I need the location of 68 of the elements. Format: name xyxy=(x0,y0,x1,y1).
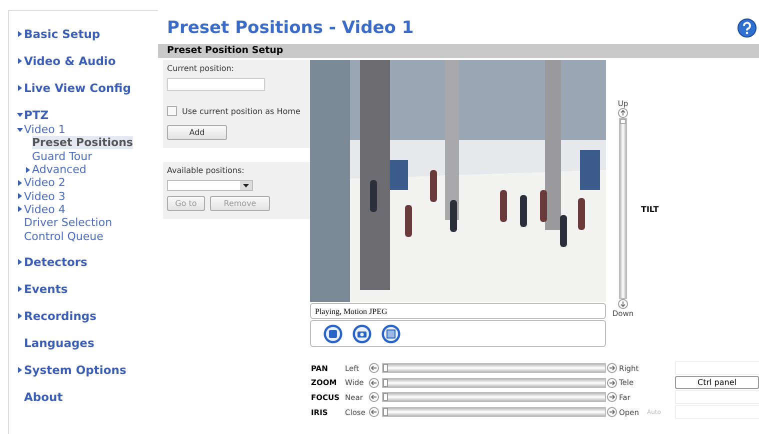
nav-link[interactable]: Events xyxy=(24,282,68,296)
nav-link[interactable]: Guard Tour xyxy=(32,150,92,163)
nav-link[interactable]: Video 4 xyxy=(24,202,66,216)
expanded-triangle-icon[interactable] xyxy=(16,126,22,133)
nav-link[interactable]: Detectors xyxy=(24,254,88,269)
left-arrow-icon[interactable] xyxy=(369,392,379,402)
field-label: Current position: xyxy=(167,64,235,73)
collapsed-triangle-icon[interactable] xyxy=(24,166,30,173)
slider-thumb[interactable] xyxy=(383,364,388,372)
control-slider[interactable] xyxy=(382,378,606,388)
collapsed-triangle-icon[interactable] xyxy=(16,258,22,265)
collapsed-triangle-icon[interactable] xyxy=(16,193,22,200)
slider-thumb[interactable] xyxy=(383,378,388,386)
collapsed-triangle-icon[interactable] xyxy=(16,312,22,319)
tilt-slider[interactable] xyxy=(619,118,627,299)
ctrl-panel-button[interactable]: Ctrl panel xyxy=(675,376,759,389)
camera-icon[interactable] xyxy=(352,324,372,344)
collapsed-triangle-icon[interactable] xyxy=(16,31,22,37)
nav-link[interactable]: Video & Audio xyxy=(24,54,116,68)
collapsed-triangle-icon[interactable] xyxy=(16,58,22,64)
expanded-triangle-icon[interactable] xyxy=(16,112,22,118)
page-title: Preset Positions - Video 1 xyxy=(167,18,414,38)
nav-link[interactable]: PTZ xyxy=(24,108,49,122)
status-text: Playing, Motion JPEG xyxy=(310,303,606,319)
help-icon[interactable] xyxy=(737,18,757,38)
left-arrow-icon[interactable] xyxy=(369,363,379,373)
nav-link[interactable]: Basic Setup xyxy=(24,27,100,41)
nav-link[interactable]: Video 1 xyxy=(24,123,66,136)
down-arrow-icon[interactable] xyxy=(618,299,628,309)
collapsed-triangle-icon[interactable] xyxy=(16,180,22,186)
collapsed-triangle-icon[interactable] xyxy=(16,286,22,292)
left-arrow-icon[interactable] xyxy=(369,407,379,417)
control-slider[interactable] xyxy=(382,407,606,417)
nav-link[interactable]: Driver Selection xyxy=(24,216,112,230)
section-header: Preset Position Setup xyxy=(158,44,759,58)
right-arrow-icon[interactable] xyxy=(607,407,617,417)
nav-link[interactable]: Advanced xyxy=(32,163,86,176)
right-arrow-icon[interactable] xyxy=(607,363,617,373)
nav-link[interactable]: About xyxy=(24,390,63,404)
position-input[interactable] xyxy=(167,78,265,91)
slider-thumb[interactable] xyxy=(620,119,626,124)
nav-link[interactable]: Control Queue xyxy=(24,230,104,243)
add-button[interactable]: Add xyxy=(167,125,227,140)
tilt-label: TILT xyxy=(641,205,659,216)
collapsed-triangle-icon[interactable] xyxy=(16,206,22,212)
nav-link[interactable]: Languages xyxy=(24,336,94,350)
slider-thumb[interactable] xyxy=(383,393,388,401)
right-arrow-icon[interactable] xyxy=(607,392,617,402)
control-slider[interactable] xyxy=(382,363,606,373)
right-arrow-icon[interactable] xyxy=(607,378,617,388)
collapsed-triangle-icon[interactable] xyxy=(16,85,22,91)
dropdown-caret-icon[interactable] xyxy=(240,181,252,190)
nav-link[interactable]: Live View Config xyxy=(24,81,131,95)
slider-thumb[interactable] xyxy=(383,408,388,416)
nav-link[interactable]: Preset Positions xyxy=(32,136,133,150)
home-checkbox[interactable] xyxy=(167,106,177,116)
stop-icon[interactable] xyxy=(323,324,343,344)
nav-link[interactable]: System Options xyxy=(24,362,126,377)
field-label: Available positions: xyxy=(167,166,246,175)
checkbox-label: Use current position as Home xyxy=(182,106,300,116)
image-icon[interactable] xyxy=(381,324,401,344)
collapsed-triangle-icon[interactable] xyxy=(16,366,22,373)
up-arrow-icon[interactable] xyxy=(618,108,628,118)
nav-link[interactable]: Video 2 xyxy=(24,176,66,190)
left-arrow-icon[interactable] xyxy=(369,378,379,388)
nav-link[interactable]: Video 3 xyxy=(24,190,66,203)
nav-link[interactable]: Recordings xyxy=(24,308,96,323)
control-slider[interactable] xyxy=(382,392,606,402)
